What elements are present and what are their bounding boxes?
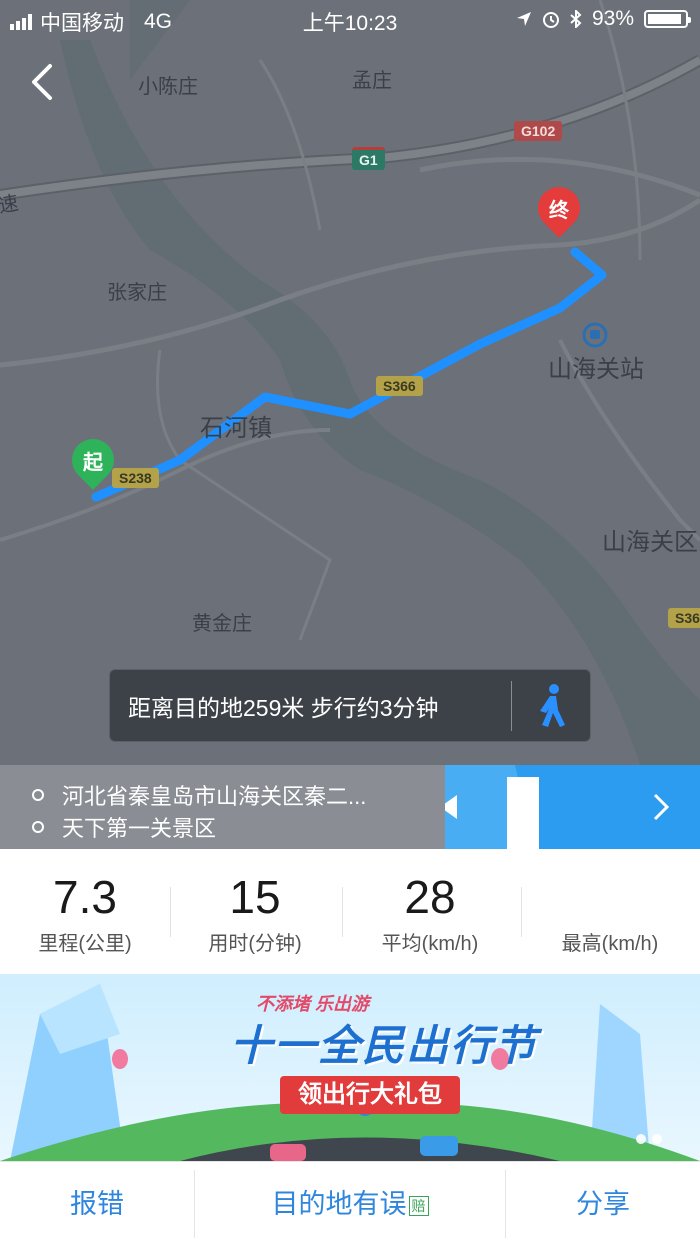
start-address-row: 河北省秦皇岛市山海关区秦二... <box>32 779 366 811</box>
bottom-action-bar: 报错 目的地有误赔 分享 <box>0 1161 700 1245</box>
map-label: 张家庄 <box>107 282 167 304</box>
banner-ribbon: 领出行大礼包 <box>280 1076 460 1114</box>
address-panel: 河北省秦皇岛市山海关区秦二... 天下第一关景区 <box>0 765 700 849</box>
location-arrow-icon <box>516 12 531 26</box>
compensate-badge: 赔 <box>408 1195 429 1216</box>
share-button[interactable]: 分享 <box>506 1162 700 1246</box>
end-marker-label: 终 <box>549 200 569 222</box>
walk-mode-button[interactable] <box>512 669 590 742</box>
destination-wrong-button[interactable]: 目的地有误赔 <box>195 1162 505 1246</box>
divider <box>342 887 343 937</box>
map-label: 山海关区 <box>602 529 698 556</box>
road-shield: G102 <box>514 121 563 141</box>
map-label: 山海关站 <box>548 356 644 383</box>
alarm-icon <box>542 12 559 28</box>
road-shield: S36 <box>668 608 700 628</box>
pager-dot <box>636 1134 646 1144</box>
bluetooth-icon <box>570 10 582 28</box>
promo-banner[interactable]: 不添堵 乐出游 十一全民出行节 领出行大礼包 <box>0 974 700 1161</box>
stat-value: 7.3 <box>53 871 117 923</box>
map-label: 孟庄 <box>352 70 392 92</box>
end-address-row: 天下第一关景区 <box>32 811 216 843</box>
map-label: 小陈庄 <box>138 76 198 98</box>
destination-wrong-label: 目的地有误 <box>271 1189 407 1219</box>
navigation-panel-button[interactable] <box>445 765 700 849</box>
stat-average-speed: 28 平均(km/h) <box>345 849 515 973</box>
banner-title: 十一全民出行节 <box>230 1022 539 1069</box>
distance-info-text: 距离目的地259米 步行约3分钟 <box>128 694 439 721</box>
report-error-button[interactable]: 报错 <box>0 1162 194 1246</box>
stat-distance: 7.3 里程(公里) <box>0 849 170 973</box>
walk-icon <box>540 683 565 727</box>
battery-percent: 93% <box>591 7 634 30</box>
start-address: 河北省秦皇岛市山海关区秦二... <box>62 784 367 809</box>
stat-label: 里程(公里) <box>38 933 132 955</box>
train-station-icon <box>582 322 608 348</box>
pager-dot <box>652 1134 662 1144</box>
end-dot <box>32 821 44 833</box>
battery-icon <box>644 10 691 28</box>
start-marker[interactable]: 起 <box>63 430 123 491</box>
stat-value <box>525 871 695 923</box>
road-shield: S366 <box>376 376 423 396</box>
navigation-graphic <box>445 765 700 849</box>
map-label: 黄金庄 <box>192 613 252 635</box>
start-marker-label: 起 <box>83 452 103 474</box>
status-bar: 中国移动 4G 上午10:23 93% <box>0 0 700 40</box>
distance-info-box: 距离目的地259米 步行约3分钟 <box>109 669 591 742</box>
road-shield: G1 <box>352 147 385 170</box>
end-marker[interactable]: 终 <box>529 178 589 239</box>
map-label: 石河镇 <box>200 415 272 442</box>
stat-label: 最高(km/h) <box>561 933 659 955</box>
stat-label: 用时(分钟) <box>208 933 302 955</box>
divider <box>521 887 522 937</box>
map-view[interactable]: 小陈庄 孟庄 张家庄 石河镇 山海关站 山海关区 黄金庄 速 G1 G102 S… <box>0 0 700 765</box>
trip-stats: 7.3 里程(公里) 15 用时(分钟) 28 平均(km/h) 最高(km/h… <box>0 849 700 973</box>
stat-duration: 15 用时(分钟) <box>170 849 340 973</box>
end-address: 天下第一关景区 <box>62 816 217 841</box>
back-arrow-icon[interactable] <box>24 62 64 102</box>
road-shield: S238 <box>112 468 159 488</box>
stat-value: 28 <box>404 871 456 923</box>
stat-max-speed: 最高(km/h) <box>525 849 695 973</box>
stat-label: 平均(km/h) <box>381 933 479 955</box>
banner-pager <box>636 1134 662 1144</box>
stat-value: 15 <box>229 871 281 923</box>
start-dot <box>32 789 44 801</box>
